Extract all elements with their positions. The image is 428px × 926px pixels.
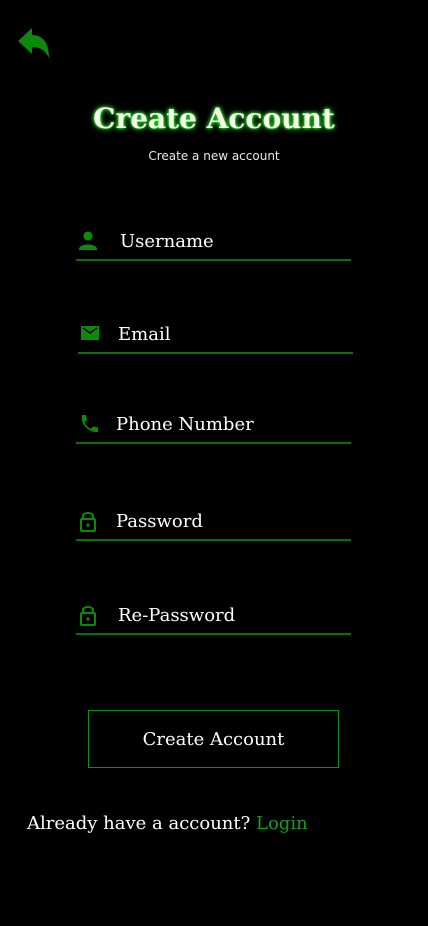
phone-icon: [81, 415, 98, 433]
page-subtitle: Create a new account: [148, 149, 280, 163]
login-prompt-row: Already have a account? Login: [27, 813, 308, 834]
email-input[interactable]: [118, 318, 348, 350]
username-field: [76, 225, 351, 261]
back-arrow-icon: [18, 28, 49, 58]
back-button[interactable]: [16, 26, 52, 60]
phone-input[interactable]: [116, 408, 346, 440]
phone-field: [76, 408, 351, 444]
username-input[interactable]: [120, 225, 350, 257]
user-icon: [79, 231, 97, 250]
repassword-input[interactable]: [118, 599, 348, 631]
password-field: [76, 505, 351, 541]
lock-icon: [80, 606, 96, 626]
login-link[interactable]: Login: [256, 813, 308, 834]
lock-icon: [80, 512, 96, 532]
page-title: Create Account: [93, 102, 335, 135]
mail-icon: [81, 326, 99, 340]
email-field: [78, 318, 353, 354]
create-account-button[interactable]: Create Account: [88, 710, 339, 768]
login-prompt-text: Already have a account?: [27, 813, 251, 834]
repassword-field: [76, 599, 351, 635]
password-input[interactable]: [116, 505, 346, 537]
